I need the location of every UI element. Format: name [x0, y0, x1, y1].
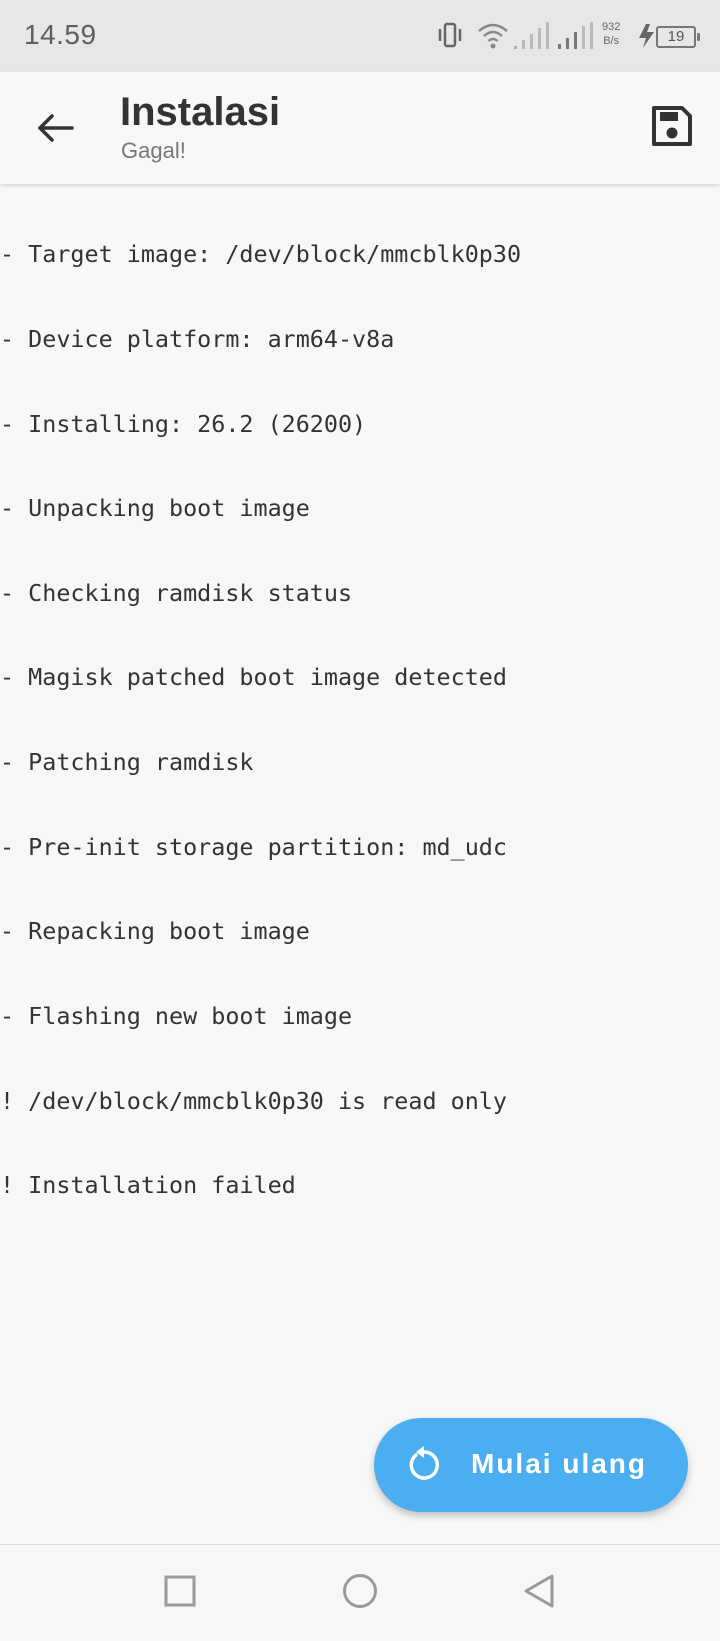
log-line: - Patching ramdisk: [0, 748, 254, 777]
log-line: - Checking ramdisk status: [0, 578, 353, 607]
status-bar: 14.59 932 B/s 19: [0, 0, 720, 72]
network-speed-unit: B/s: [603, 35, 620, 47]
log-line: - Target image: /dev/block/mmcblk0p30: [0, 240, 522, 269]
app-bar: Instalasi Gagal!: [0, 72, 720, 184]
wifi-icon: [478, 23, 508, 49]
arrow-left-icon[interactable]: [28, 100, 84, 156]
charging-icon: [639, 24, 654, 48]
log-line: - Unpacking boot image: [0, 494, 310, 523]
page-subtitle: Gagal!: [121, 138, 186, 163]
restart-button[interactable]: Mulai ulang: [374, 1418, 688, 1512]
log-line: ! /dev/block/mmcblk0p30 is read only: [0, 1086, 507, 1115]
log-line: ! Installation failed: [0, 1171, 296, 1200]
log-line: - Pre-init storage partition: md_udc: [0, 832, 507, 861]
system-nav-bar: [0, 1544, 720, 1641]
install-log: - Target image: /dev/block/mmcblk0p30 - …: [0, 184, 720, 1228]
circle-icon[interactable]: [342, 1573, 378, 1609]
log-line: - Flashing new boot image: [0, 1001, 353, 1030]
restart-icon: [409, 1446, 440, 1480]
status-time: 14.59: [24, 19, 97, 50]
restart-button-label: Mulai ulang: [471, 1448, 647, 1479]
triangle-back-icon[interactable]: [522, 1573, 556, 1609]
network-speed-value: 932: [602, 21, 621, 33]
network-speed: 932 B/s: [602, 20, 620, 48]
square-icon[interactable]: [164, 1575, 196, 1607]
vibrate-icon: [438, 22, 462, 48]
battery-indicator: 19: [656, 26, 700, 48]
log-line: - Device platform: arm64-v8a: [0, 325, 395, 354]
save-icon[interactable]: [648, 102, 696, 150]
log-line: - Repacking boot image: [0, 917, 310, 946]
signal-sim2-icon: [558, 22, 593, 49]
signal-sim1-icon: [514, 22, 549, 49]
page-title: Instalasi: [120, 90, 281, 134]
log-line: - Installing: 26.2 (26200): [0, 409, 367, 438]
log-line: - Magisk patched boot image detected: [0, 663, 507, 692]
